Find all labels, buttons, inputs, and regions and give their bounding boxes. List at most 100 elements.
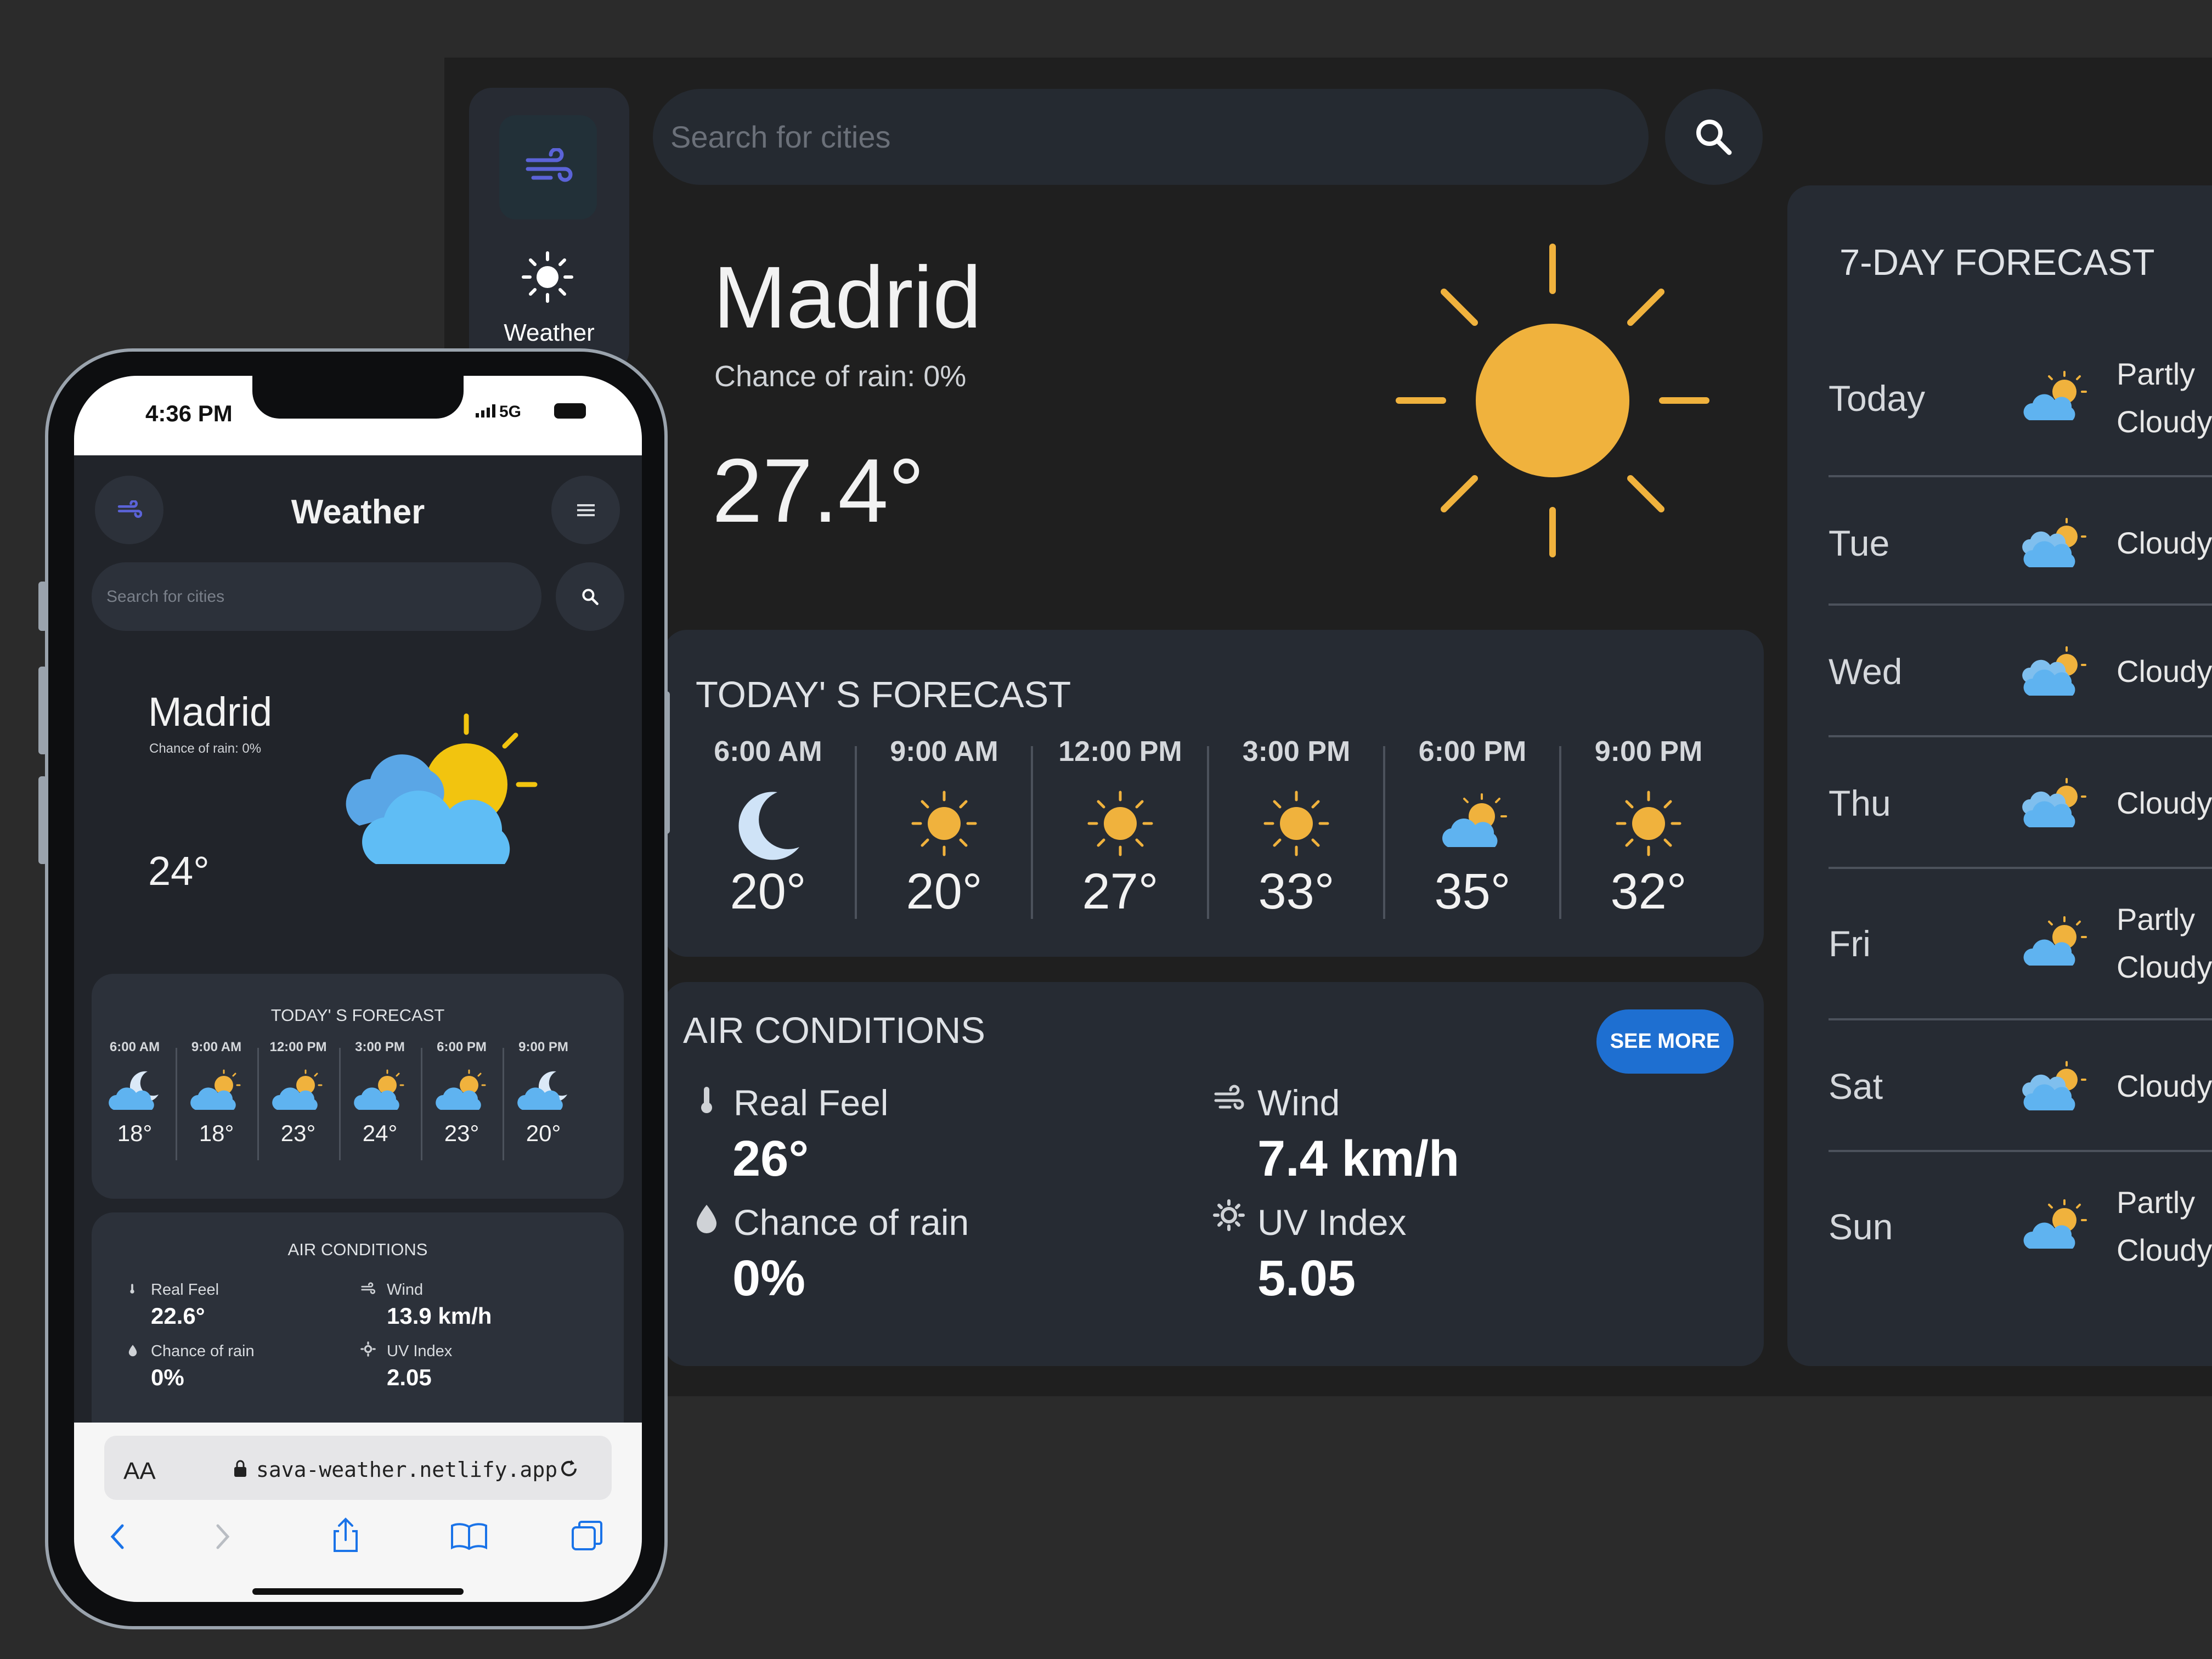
uv-index-value: 5.05 xyxy=(1257,1250,1356,1306)
hour-temp: 20° xyxy=(906,864,983,919)
hour-forecast: 3:00 PM 24° xyxy=(340,1040,420,1147)
day-row: Sun Partly Cloudy xyxy=(1829,1161,2212,1293)
hour-forecast: 9:00 PM 20° xyxy=(504,1040,583,1147)
cloudy-icon xyxy=(2022,646,2086,696)
see-more-button[interactable]: SEE MORE xyxy=(1596,1009,1734,1074)
sun-icon xyxy=(911,791,977,856)
hour-temp: 18° xyxy=(117,1120,153,1146)
condition-line: Cloudy xyxy=(2117,404,2212,439)
sidebar-weather-icon[interactable] xyxy=(520,250,575,304)
cloudy-icon xyxy=(2022,518,2086,567)
condition-line: Cloudy xyxy=(2117,950,2212,984)
hour-temp: 18° xyxy=(199,1120,234,1146)
day-condition: Partly Cloudy xyxy=(2117,1161,2212,1293)
cloud-moon-icon xyxy=(517,1071,567,1110)
battery-icon xyxy=(554,403,586,419)
partly-cloudy-icon xyxy=(190,1069,240,1110)
hour-time: 6:00 AM xyxy=(714,736,822,768)
day-condition: Cloudy xyxy=(2117,477,2212,609)
thermometer-icon xyxy=(701,1087,712,1113)
partly-cloudy-icon xyxy=(2023,371,2087,420)
hour-temp: 35° xyxy=(1434,864,1511,919)
condition-line: Partly xyxy=(2117,902,2196,937)
hour-temp: 20° xyxy=(730,864,806,919)
real-feel-label: Real Feel xyxy=(733,1082,889,1123)
sidebar-item-weather-label[interactable]: Weather xyxy=(472,319,627,347)
partly-cloudy-icon xyxy=(1442,793,1507,847)
page-title: Weather xyxy=(291,493,425,531)
forward-icon[interactable] xyxy=(211,1522,233,1551)
air-conditions-title: AIR CONDITIONS xyxy=(683,1010,985,1051)
chance-of-rain-label: Chance of rain xyxy=(151,1342,255,1360)
hour-forecast: 6:00 AM 18° xyxy=(95,1040,174,1147)
url-text: sava-weather.netlify.app xyxy=(256,1458,558,1482)
search-bar xyxy=(653,89,1649,185)
partly-cloudy-icon xyxy=(2023,916,2087,966)
back-icon[interactable] xyxy=(107,1522,129,1551)
wind-label: Wind xyxy=(1257,1082,1340,1123)
phone-logo-button[interactable] xyxy=(95,476,163,544)
hour-temp: 24° xyxy=(362,1120,398,1146)
share-icon[interactable] xyxy=(329,1517,362,1553)
day-row: Tue Cloudy xyxy=(1829,477,2212,609)
wind-logo-icon xyxy=(117,500,142,518)
partly-cloudy-icon xyxy=(353,1069,404,1110)
reader-aa-button[interactable]: AA xyxy=(123,1458,156,1485)
real-feel-label: Real Feel xyxy=(151,1281,219,1299)
search-button[interactable] xyxy=(556,562,624,631)
real-feel-value: 26° xyxy=(732,1131,809,1187)
chance-of-rain-value: 0% xyxy=(151,1364,184,1390)
current-temperature: 27.4° xyxy=(712,440,925,541)
wind-value: 13.9 km/h xyxy=(387,1303,492,1329)
chance-of-rain-value: 0% xyxy=(732,1250,805,1306)
day-name: Thu xyxy=(1829,783,1891,823)
city-name: Madrid xyxy=(148,689,273,735)
sun-icon xyxy=(1616,791,1681,856)
day-row: Thu Cloudy xyxy=(1829,737,2212,869)
signal-icon xyxy=(476,404,495,417)
network-type: 5G xyxy=(499,403,522,421)
condition-line: Partly xyxy=(2117,1185,2196,1220)
search-button[interactable] xyxy=(1665,89,1763,185)
day-row: Sat Cloudy xyxy=(1829,1020,2212,1152)
bookmarks-icon[interactable] xyxy=(450,1521,488,1551)
partly-cloudy-icon xyxy=(272,1069,322,1110)
condition-line: Cloudy xyxy=(2117,525,2212,560)
status-time: 4:36 PM xyxy=(145,400,233,426)
divider xyxy=(1829,867,2212,869)
search-input[interactable] xyxy=(669,119,1649,155)
seven-day-forecast-title: 7-DAY FORECAST xyxy=(1839,242,2155,283)
hour-temp: 23° xyxy=(280,1120,316,1146)
day-condition: Partly Cloudy xyxy=(2117,332,2212,464)
cloudy-icon xyxy=(2022,1061,2086,1110)
hour-temp: 23° xyxy=(444,1120,479,1146)
day-name: Today xyxy=(1829,378,1926,419)
sun-icon xyxy=(1087,791,1153,856)
uv-icon xyxy=(360,1341,376,1357)
current-temperature: 24° xyxy=(148,848,210,894)
search-bar xyxy=(92,562,541,631)
hour-forecast: 6:00 PM 35° xyxy=(1385,735,1560,921)
search-input[interactable] xyxy=(105,586,541,607)
search-icon xyxy=(582,588,599,605)
condition-line: Cloudy xyxy=(2117,1233,2212,1267)
cloud-moon-icon xyxy=(108,1071,159,1110)
menu-button[interactable] xyxy=(551,476,620,544)
hour-forecast: 12:00 PM 23° xyxy=(258,1040,338,1147)
hour-time: 6:00 AM xyxy=(109,1040,160,1054)
hour-time: 3:00 PM xyxy=(355,1040,405,1054)
app-logo[interactable] xyxy=(499,115,597,219)
hour-forecast: 6:00 AM 20° xyxy=(680,735,856,921)
day-name: Sat xyxy=(1829,1066,1883,1107)
sun-icon xyxy=(1396,244,1709,557)
sun-icon xyxy=(1263,791,1329,856)
partly-cloudy-icon xyxy=(435,1069,486,1110)
hour-time: 9:00 PM xyxy=(518,1040,568,1054)
drop-icon xyxy=(697,1205,716,1233)
tabs-icon[interactable] xyxy=(571,1520,605,1553)
partly-cloudy-icon xyxy=(346,713,538,864)
day-row: Today Partly Cloudy xyxy=(1829,332,2212,464)
reload-icon[interactable] xyxy=(557,1457,581,1481)
condition-line: Cloudy xyxy=(2117,785,2212,820)
hour-forecast: 9:00 AM 20° xyxy=(856,735,1032,921)
